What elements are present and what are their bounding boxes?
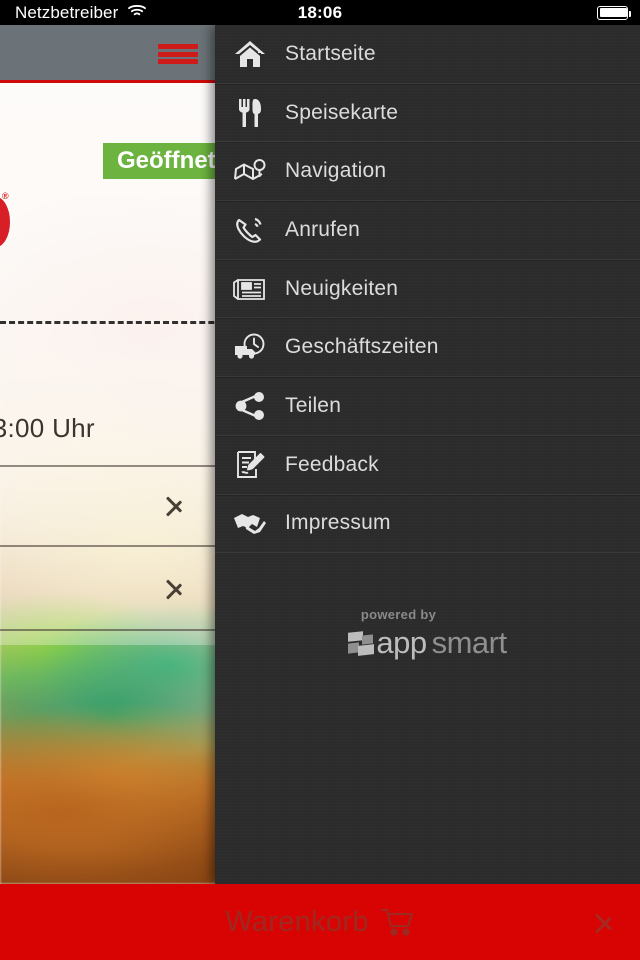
menu-item-label: Neuigkeiten [285,276,399,300]
handshake-icon [215,511,285,535]
appsmart-smart-text: smart [431,625,508,660]
powered-by-appsmart-logo: powered by app smart [215,607,640,661]
appsmart-wordmark: app smart [348,625,508,661]
cart-label: Warenkorb [225,905,369,938]
newspaper-icon [215,275,285,303]
clock-label: 18:06 [297,2,343,22]
menu-item-label: Geschäftszeiten [285,335,439,359]
menu-item-label: Speisekarte [285,100,399,124]
menu-item-speisekarte[interactable]: Speisekarte [215,84,640,143]
menu-item-feedback[interactable]: Feedback [215,436,640,495]
menu-item-impressum[interactable]: Impressum [215,495,640,554]
menu-item-label: Teilen [285,393,342,417]
powered-by-label: powered by [360,607,437,622]
menu-item-startseite[interactable]: Startseite [215,25,640,84]
chevron-right-icon[interactable] [594,905,616,939]
menu-item-label: Anrufen [285,217,360,241]
menu-item-navigation[interactable]: Navigation [215,142,640,202]
menu-item-teilen[interactable]: Teilen [215,377,640,436]
cart-bar-content: Warenkorb [225,906,414,939]
drawer-menu-list: Startseite Speisekarte Navigation Anrufe… [215,25,640,554]
shopping-cart-icon [380,907,415,937]
home-icon [215,39,285,69]
menu-item-neuigkeiten[interactable]: Neuigkeiten [215,260,640,319]
cart-bar[interactable]: Warenkorb [0,884,640,960]
menu-item-anrufen[interactable]: Anrufen [215,201,640,260]
status-bar: Netzbetreiber 18:06 [0,0,640,25]
status-badge-open: Geöffnet [103,143,230,179]
battery-full-icon [597,5,631,20]
menu-item-label: Startseite [285,41,376,65]
side-drawer-menu: Startseite Speisekarte Navigation Anrufe… [215,25,640,884]
document-pencil-icon [215,449,285,481]
opening-hours-text: 23:00 Uhr [0,413,95,443]
app-screen: ® Geöffnet 23:00 Uhr Startseite [0,0,640,960]
menu-item-geschaeftszeiten[interactable]: Geschäftszeiten [215,318,640,378]
status-bar-right [597,0,631,25]
chevron-right-icon[interactable] [165,571,187,605]
menu-item-label: Impressum [285,511,391,535]
share-icon [215,391,285,421]
fork-knife-icon [215,97,285,129]
open-badge-label: Geöffnet [117,147,216,174]
map-pin-icon [215,157,285,185]
registered-trademark-icon: ® [2,191,9,201]
menu-item-label: Feedback [285,452,379,476]
delivery-clock-icon [215,333,285,361]
phone-icon [215,214,285,246]
menu-item-label: Navigation [285,159,387,183]
hamburger-menu-icon[interactable] [158,41,198,67]
chevron-right-icon[interactable] [165,488,187,522]
appsmart-mark-icon [348,631,375,656]
appsmart-app-text: app [376,625,427,660]
